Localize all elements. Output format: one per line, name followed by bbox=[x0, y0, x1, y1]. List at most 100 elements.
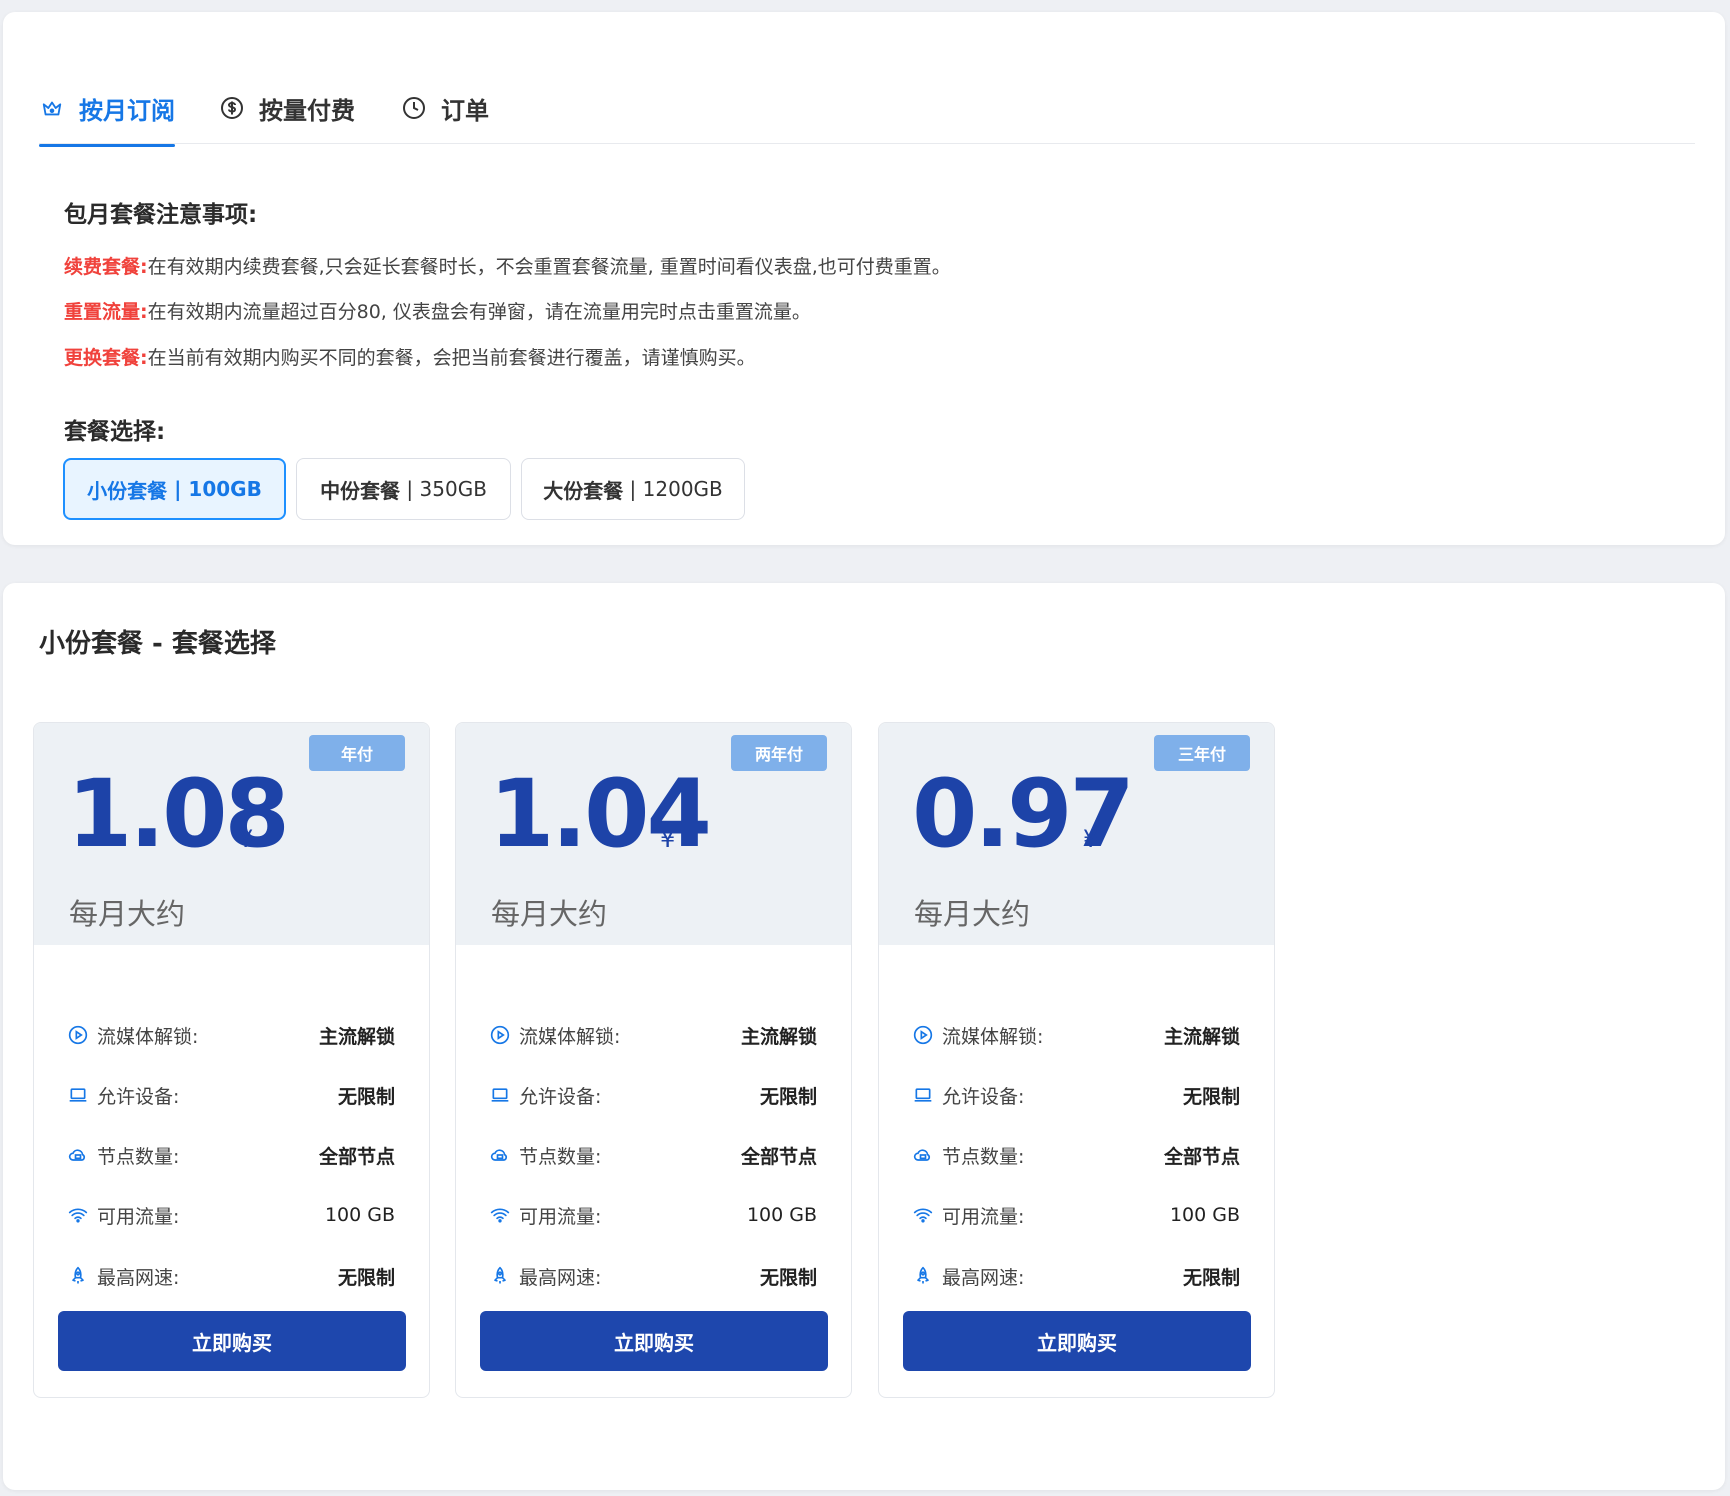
rocket-icon bbox=[67, 1265, 89, 1287]
tab-pay-as-you-go[interactable]: 按量付费 bbox=[219, 70, 355, 146]
feature-label: 允许设备: bbox=[942, 1085, 1025, 1108]
plan-card-three-year: 三年付 0.97 ¥ 每月大约 流媒体解锁: 主流解锁 允许设备: 无限制 节点… bbox=[878, 722, 1275, 1398]
buy-now-button[interactable]: 立即购买 bbox=[480, 1311, 828, 1371]
currency-symbol: ¥ bbox=[660, 825, 676, 853]
play-circle-icon bbox=[67, 1024, 89, 1046]
feature-label: 节点数量: bbox=[942, 1145, 1025, 1168]
feature-speed: 最高网速: 无限制 bbox=[912, 1261, 1240, 1291]
feature-value: 100 GB bbox=[1169, 1204, 1240, 1226]
feature-value: 无限制 bbox=[759, 1085, 817, 1108]
package-name: 中份套餐 bbox=[320, 478, 401, 503]
feature-devices: 允许设备: 无限制 bbox=[912, 1080, 1240, 1110]
wifi-icon bbox=[67, 1204, 89, 1226]
feature-value: 主流解锁 bbox=[740, 1025, 817, 1048]
feature-label: 最高网速: bbox=[97, 1266, 180, 1289]
section-title: 小份套餐 - 套餐选择 bbox=[39, 629, 276, 659]
clock-icon bbox=[401, 95, 427, 121]
cloud-server-icon bbox=[67, 1144, 89, 1166]
package-option-large[interactable]: 大份套餐 | 1200GB bbox=[521, 458, 745, 520]
tab-orders[interactable]: 订单 bbox=[401, 70, 489, 146]
notice-text: 在当前有效期内购买不同的套餐，会把当前套餐进行覆盖，请谨慎购买。 bbox=[147, 347, 756, 369]
feature-value: 100 GB bbox=[324, 1204, 395, 1226]
feature-streaming: 流媒体解锁: 主流解锁 bbox=[489, 1020, 817, 1050]
currency-symbol: ¥ bbox=[1083, 825, 1099, 853]
billing-period-badge: 三年付 bbox=[1154, 735, 1250, 771]
feature-nodes: 节点数量: 全部节点 bbox=[489, 1140, 817, 1170]
feature-label: 允许设备: bbox=[519, 1085, 602, 1108]
package-name: 大份套餐 bbox=[543, 478, 624, 503]
feature-value: 全部节点 bbox=[1163, 1145, 1240, 1168]
play-circle-icon bbox=[912, 1024, 934, 1046]
wifi-icon bbox=[912, 1204, 934, 1226]
notice-text: 在有效期内流量超过百分80, 仪表盘会有弹窗，请在流量用完时点击重置流量。 bbox=[147, 301, 811, 323]
plan-card-header: 年付 1.08 ¥ 每月大约 bbox=[34, 723, 429, 945]
cloud-server-icon bbox=[912, 1144, 934, 1166]
notice-change-plan: 更换套餐:在当前有效期内购买不同的套餐，会把当前套餐进行覆盖，请谨慎购买。 bbox=[64, 343, 756, 370]
feature-label: 流媒体解锁: bbox=[519, 1025, 621, 1048]
cloud-server-icon bbox=[489, 1144, 511, 1166]
billing-period-badge: 两年付 bbox=[731, 735, 827, 771]
feature-label: 最高网速: bbox=[519, 1266, 602, 1289]
package-select-title: 套餐选择: bbox=[64, 419, 166, 445]
price-period-label: 每月大约 bbox=[69, 897, 186, 931]
feature-traffic: 可用流量: 100 GB bbox=[67, 1200, 395, 1230]
play-circle-icon bbox=[489, 1024, 511, 1046]
tab-label: 按月订阅 bbox=[79, 96, 175, 125]
notice-key: 更换套餐: bbox=[64, 347, 148, 369]
buy-now-button[interactable]: 立即购买 bbox=[903, 1311, 1251, 1371]
feature-devices: 允许设备: 无限制 bbox=[489, 1080, 817, 1110]
feature-label: 允许设备: bbox=[97, 1085, 180, 1108]
feature-devices: 允许设备: 无限制 bbox=[67, 1080, 395, 1110]
buy-now-button[interactable]: 立即购买 bbox=[58, 1311, 406, 1371]
feature-streaming: 流媒体解锁: 主流解锁 bbox=[912, 1020, 1240, 1050]
laptop-icon bbox=[912, 1084, 934, 1106]
feature-label: 可用流量: bbox=[97, 1205, 180, 1228]
laptop-icon bbox=[67, 1084, 89, 1106]
price-value: 0.97 bbox=[912, 760, 1135, 869]
feature-value: 无限制 bbox=[337, 1085, 395, 1108]
feature-label: 流媒体解锁: bbox=[97, 1025, 199, 1048]
feature-value: 全部节点 bbox=[740, 1145, 817, 1168]
package-size: 350GB bbox=[419, 477, 487, 501]
notice-reset-traffic: 重置流量:在有效期内流量超过百分80, 仪表盘会有弹窗，请在流量用完时点击重置流… bbox=[64, 297, 811, 324]
notice-key: 续费套餐: bbox=[64, 256, 148, 278]
plan-card-yearly: 年付 1.08 ¥ 每月大约 流媒体解锁: 主流解锁 允许设备: 无限制 节点数… bbox=[33, 722, 430, 1398]
plan-card-header: 两年付 1.04 ¥ 每月大约 bbox=[456, 723, 851, 945]
feature-label: 流媒体解锁: bbox=[942, 1025, 1044, 1048]
notice-title: 包月套餐注意事项: bbox=[64, 202, 258, 228]
feature-value: 全部节点 bbox=[318, 1145, 395, 1168]
plan-card-two-year: 两年付 1.04 ¥ 每月大约 流媒体解锁: 主流解锁 允许设备: 无限制 节点… bbox=[455, 722, 852, 1398]
notice-key: 重置流量: bbox=[64, 301, 148, 323]
feature-value: 无限制 bbox=[337, 1266, 395, 1289]
tab-monthly-subscription[interactable]: 按月订阅 bbox=[39, 70, 175, 147]
dollar-coin-icon bbox=[219, 95, 245, 121]
notice-renew: 续费套餐:在有效期内续费套餐,只会延长套餐时长，不会重置套餐流量, 重置时间看仪… bbox=[64, 252, 951, 279]
subscription-panel: 按月订阅 按量付费 订单 包月套餐注意事项: 续费套餐:在有效期内续费套餐,只会… bbox=[3, 12, 1725, 545]
feature-value: 100 GB bbox=[746, 1204, 817, 1226]
feature-label: 可用流量: bbox=[942, 1205, 1025, 1228]
price-period-label: 每月大约 bbox=[491, 897, 608, 931]
price-period-label: 每月大约 bbox=[914, 897, 1031, 931]
feature-nodes: 节点数量: 全部节点 bbox=[912, 1140, 1240, 1170]
feature-speed: 最高网速: 无限制 bbox=[489, 1261, 817, 1291]
price-value: 1.04 bbox=[489, 760, 712, 869]
plan-card-header: 三年付 0.97 ¥ 每月大约 bbox=[879, 723, 1274, 945]
billing-period-badge: 年付 bbox=[309, 735, 405, 771]
feature-label: 最高网速: bbox=[942, 1266, 1025, 1289]
crown-icon bbox=[39, 95, 65, 121]
tab-label: 按量付费 bbox=[259, 96, 355, 125]
rocket-icon bbox=[912, 1265, 934, 1287]
package-size: 100GB bbox=[188, 477, 262, 501]
feature-label: 节点数量: bbox=[519, 1145, 602, 1168]
package-option-medium[interactable]: 中份套餐 | 350GB bbox=[296, 458, 511, 520]
price-value: 1.08 bbox=[67, 760, 290, 869]
plan-selection-panel: 小份套餐 - 套餐选择 年付 1.08 ¥ 每月大约 流媒体解锁: 主流解锁 允… bbox=[3, 583, 1725, 1490]
rocket-icon bbox=[489, 1265, 511, 1287]
package-size: 1200GB bbox=[642, 477, 723, 501]
feature-traffic: 可用流量: 100 GB bbox=[489, 1200, 817, 1230]
feature-streaming: 流媒体解锁: 主流解锁 bbox=[67, 1020, 395, 1050]
tab-bar: 按月订阅 按量付费 订单 bbox=[39, 68, 1695, 147]
package-option-small[interactable]: 小份套餐 | 100GB bbox=[63, 458, 286, 520]
feature-value: 主流解锁 bbox=[1163, 1025, 1240, 1048]
package-name: 小份套餐 bbox=[87, 478, 168, 503]
